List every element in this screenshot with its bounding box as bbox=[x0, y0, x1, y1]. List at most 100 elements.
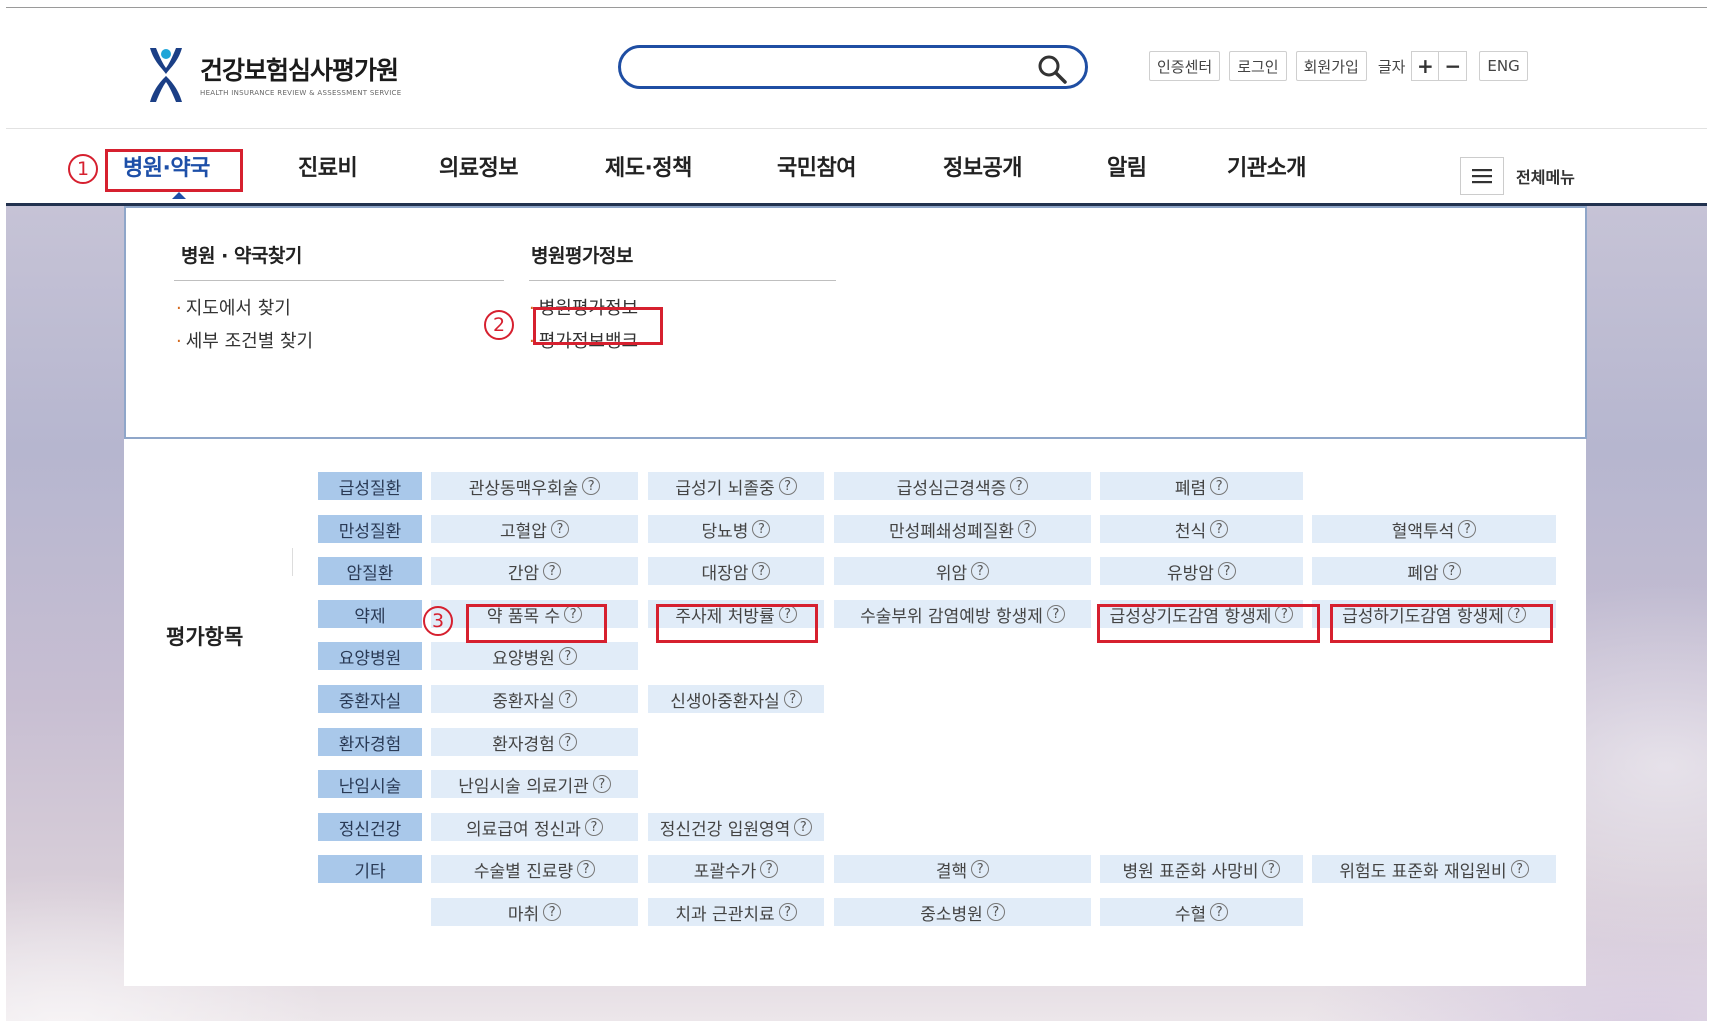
eval-category-label: 환자경험 bbox=[318, 728, 422, 756]
dropdown-link-detail-search[interactable]: · 세부 조건별 찾기 bbox=[176, 327, 313, 353]
help-icon[interactable]: ? bbox=[971, 562, 990, 580]
nav-item-participation[interactable]: 국민참여 bbox=[777, 150, 856, 182]
help-icon[interactable]: ? bbox=[778, 477, 797, 495]
eval-item-link[interactable]: 포괄수가? bbox=[648, 855, 824, 883]
help-icon[interactable]: ? bbox=[794, 818, 813, 836]
help-icon[interactable]: ? bbox=[558, 690, 577, 708]
help-icon[interactable]: ? bbox=[1442, 562, 1461, 580]
eval-item-link[interactable]: 중환자실? bbox=[431, 685, 638, 713]
eval-item-link[interactable]: 급성기 뇌졸중? bbox=[648, 472, 824, 500]
help-icon[interactable]: ? bbox=[783, 690, 802, 708]
help-icon[interactable]: ? bbox=[752, 520, 771, 538]
eval-item-link[interactable]: 치과 근관치료? bbox=[648, 898, 824, 926]
all-menu-button[interactable]: 전체메뉴 bbox=[1460, 157, 1575, 195]
help-icon[interactable]: ? bbox=[760, 860, 779, 878]
eval-item-link[interactable]: 만성폐쇄성폐질환? bbox=[834, 515, 1091, 543]
eval-item-label: 수혈 bbox=[1174, 904, 1207, 925]
annotation-box-step3a bbox=[466, 604, 607, 643]
search-icon[interactable] bbox=[1037, 54, 1067, 84]
eval-item-link[interactable]: 수술별 진료량? bbox=[431, 855, 638, 883]
eval-item-link[interactable]: 관상동맥우회술? bbox=[431, 472, 638, 500]
help-icon[interactable]: ? bbox=[558, 733, 577, 751]
eval-item-link[interactable]: 고혈압? bbox=[431, 515, 638, 543]
eval-item-link[interactable]: 난임시술 의료기관? bbox=[431, 770, 638, 798]
help-icon[interactable]: ? bbox=[543, 562, 562, 580]
eval-item-link[interactable]: 중소병원? bbox=[834, 898, 1091, 926]
cert-center-button[interactable]: 인증센터 bbox=[1149, 51, 1221, 81]
help-icon[interactable]: ? bbox=[752, 562, 771, 580]
site-logo[interactable]: 건강보험심사평가원 HEALTH INSURANCE REVIEW & ASSE… bbox=[144, 44, 401, 104]
eval-item-label: 중환자실 bbox=[492, 691, 555, 712]
search-input[interactable] bbox=[637, 54, 1021, 82]
eval-item-link[interactable]: 수혈? bbox=[1100, 898, 1303, 926]
logo-text: 건강보험심사평가원 bbox=[200, 56, 399, 85]
eval-item-label: 신생아중환자실 bbox=[670, 691, 780, 712]
nav-item-medical-info[interactable]: 의료정보 bbox=[439, 150, 518, 182]
help-icon[interactable]: ? bbox=[778, 903, 797, 921]
eval-item-link[interactable]: 위험도 표준화 재입원비? bbox=[1312, 855, 1556, 883]
eval-item-link[interactable]: 수술부위 감염예방 항생제? bbox=[834, 600, 1091, 628]
font-minus-button[interactable]: − bbox=[1439, 51, 1468, 81]
eval-item-link[interactable]: 마취? bbox=[431, 898, 638, 926]
help-icon[interactable]: ? bbox=[1018, 520, 1037, 538]
nav-item-notice[interactable]: 알림 bbox=[1107, 150, 1147, 182]
help-icon[interactable]: ? bbox=[1458, 520, 1477, 538]
help-icon[interactable]: ? bbox=[1262, 860, 1281, 878]
search-box[interactable] bbox=[618, 45, 1088, 89]
dropdown-link-map[interactable]: · 지도에서 찾기 bbox=[176, 294, 291, 320]
help-icon[interactable]: ? bbox=[577, 860, 596, 878]
eval-item-link[interactable]: 정신건강 입원영역? bbox=[648, 813, 824, 841]
nav-item-medical-fee[interactable]: 진료비 bbox=[298, 150, 358, 182]
help-icon[interactable]: ? bbox=[550, 520, 569, 538]
font-size-label: 글자 bbox=[1377, 57, 1406, 76]
eval-item-link[interactable]: 병원 표준화 사망비? bbox=[1100, 855, 1303, 883]
nav-item-about[interactable]: 기관소개 bbox=[1227, 150, 1306, 182]
eval-item-link[interactable]: 당뇨병? bbox=[648, 515, 824, 543]
help-icon[interactable]: ? bbox=[1510, 860, 1529, 878]
help-icon[interactable]: ? bbox=[1210, 903, 1229, 921]
nav-item-policy[interactable]: 제도·정책 bbox=[605, 150, 692, 182]
dropdown-divider bbox=[529, 280, 836, 281]
eval-item-label: 정신건강 입원영역 bbox=[659, 819, 791, 840]
help-icon[interactable]: ? bbox=[582, 477, 601, 495]
eval-item-link[interactable]: 위암? bbox=[834, 557, 1091, 585]
mega-menu-dropdown: 병원 · 약국찾기 · 지도에서 찾기 · 세부 조건별 찾기 병원평가정보 · 병원… bbox=[124, 206, 1587, 439]
eval-item-label: 당뇨병 bbox=[701, 521, 749, 542]
help-icon[interactable]: ? bbox=[592, 775, 611, 793]
login-button[interactable]: 로그인 bbox=[1229, 51, 1287, 81]
eval-item-link[interactable]: 의료급여 정신과? bbox=[431, 813, 638, 841]
font-plus-button[interactable]: + bbox=[1411, 51, 1440, 81]
eval-item-link[interactable]: 환자경험? bbox=[431, 728, 638, 756]
eval-item-link[interactable]: 결핵? bbox=[834, 855, 1091, 883]
help-icon[interactable]: ? bbox=[986, 903, 1005, 921]
help-icon[interactable]: ? bbox=[558, 647, 577, 665]
english-button[interactable]: ENG bbox=[1479, 51, 1528, 81]
eval-item-link[interactable]: 간암? bbox=[431, 557, 638, 585]
help-icon[interactable]: ? bbox=[1010, 477, 1029, 495]
eval-item-link[interactable]: 신생아중환자실? bbox=[648, 685, 824, 713]
help-icon[interactable]: ? bbox=[1210, 520, 1229, 538]
eval-item-link[interactable]: 폐렴? bbox=[1100, 472, 1303, 500]
logo-mark-icon bbox=[144, 44, 188, 104]
eval-item-link[interactable]: 대장암? bbox=[648, 557, 824, 585]
help-icon[interactable]: ? bbox=[1046, 605, 1065, 623]
help-icon[interactable]: ? bbox=[971, 860, 990, 878]
dropdown-divider bbox=[174, 280, 504, 281]
help-icon[interactable]: ? bbox=[1210, 477, 1229, 495]
eval-item-link[interactable]: 폐암? bbox=[1312, 557, 1556, 585]
eval-item-link[interactable]: 요양병원? bbox=[431, 642, 638, 670]
utility-menu: 인증센터 로그인 회원가입 글자 + − ENG bbox=[1149, 51, 1537, 81]
signup-button[interactable]: 회원가입 bbox=[1295, 51, 1367, 81]
eval-item-link[interactable]: 혈액투석? bbox=[1312, 515, 1556, 543]
eval-item-label: 급성기 뇌졸중 bbox=[675, 478, 775, 499]
eval-item-link[interactable]: 유방암? bbox=[1100, 557, 1303, 585]
eval-category-label: 요양병원 bbox=[318, 642, 422, 670]
help-icon[interactable]: ? bbox=[543, 903, 562, 921]
eval-item-link[interactable]: 급성심근경색증? bbox=[834, 472, 1091, 500]
nav-item-disclosure[interactable]: 정보공개 bbox=[943, 150, 1022, 182]
eval-item-label: 수술별 진료량 bbox=[473, 861, 574, 882]
help-icon[interactable]: ? bbox=[1217, 562, 1236, 580]
help-icon[interactable]: ? bbox=[584, 818, 603, 836]
eval-item-label: 간암 bbox=[507, 563, 540, 584]
eval-item-link[interactable]: 천식? bbox=[1100, 515, 1303, 543]
